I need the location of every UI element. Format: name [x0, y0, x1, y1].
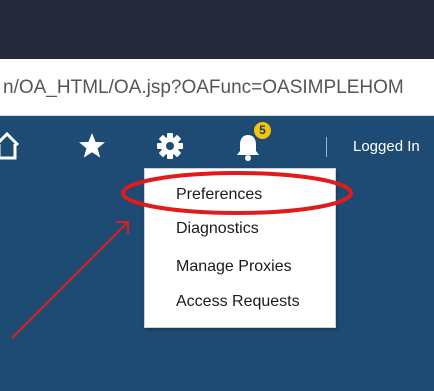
gear-icon-glyph: [157, 133, 183, 159]
home-icon-glyph: [0, 131, 20, 160]
address-bar-url[interactable]: n/OA_HTML/OA.jsp?OAFunc=OASIMPLEHOM: [3, 77, 404, 99]
logged-in-label: Logged In: [353, 138, 420, 155]
notification-count-badge: 5: [254, 122, 271, 139]
menu-item-access-requests[interactable]: Access Requests: [176, 293, 300, 311]
menu-item-manage-proxies[interactable]: Manage Proxies: [176, 258, 292, 276]
menu-item-preferences[interactable]: Preferences: [176, 186, 262, 204]
menu-item-diagnostics[interactable]: Diagnostics: [176, 220, 259, 238]
home-icon[interactable]: [0, 131, 20, 161]
star-icon-glyph: [79, 133, 105, 158]
settings-dropdown-menu: Preferences Diagnostics Manage Proxies A…: [144, 168, 336, 328]
gear-icon[interactable]: [156, 132, 184, 160]
browser-tab-strip: [0, 0, 434, 59]
star-icon[interactable]: [78, 132, 106, 160]
toolbar-divider: [326, 137, 327, 157]
screenshot-frame: n/OA_HTML/OA.jsp?OAFunc=OASIMPLEHOM 5 Lo…: [0, 0, 434, 391]
